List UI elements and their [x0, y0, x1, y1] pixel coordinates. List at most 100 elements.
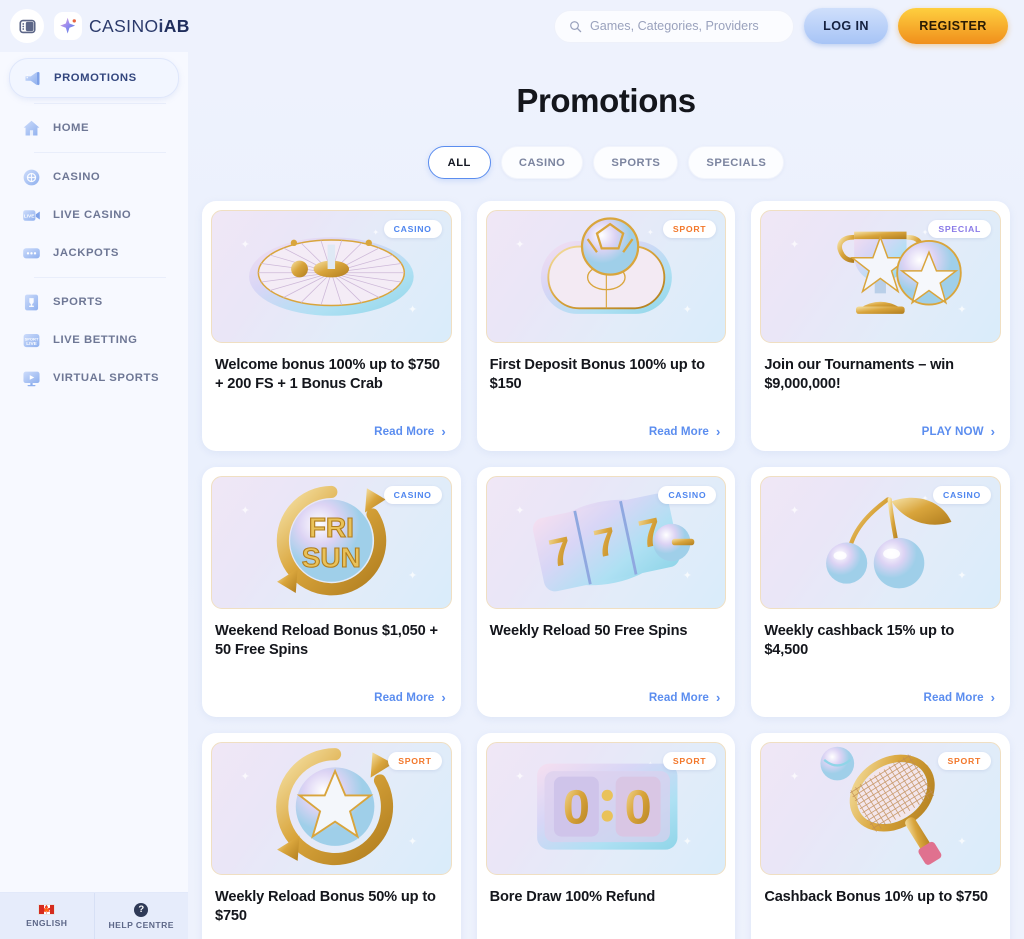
sidebar-item-label: LIVE BETTING	[53, 334, 138, 346]
filter-tab-sports[interactable]: SPORTS	[593, 146, 679, 179]
chevron-right-icon: ›	[990, 424, 995, 439]
svg-text:SUN: SUN	[302, 542, 361, 573]
sidebar-item-casino[interactable]: CASINO	[9, 158, 179, 196]
promotion-title: Weekly cashback 15% up to $4,500	[764, 623, 955, 658]
search-box[interactable]	[554, 9, 794, 43]
promotion-cta-link[interactable]: Read More ›	[211, 411, 452, 451]
promotion-card[interactable]: ✦✦✦SPORTCashback Bonus 10% up to $750Rea…	[751, 733, 1010, 939]
sidebar-item-label: VIRTUAL SPORTS	[53, 372, 160, 384]
promotion-cta-link[interactable]: Read More ›	[486, 677, 727, 717]
sidebar-item-label: LIVE CASINO	[53, 209, 132, 221]
jackpot-icon	[20, 242, 42, 264]
header-right: LOG IN REGISTER	[554, 8, 1008, 44]
sidebar: PROMOTIONS HOME CASINO LIVE LIVE CASINO JACKP…	[0, 52, 188, 939]
promotion-cta-label: Read More	[648, 425, 709, 438]
nav-divider	[34, 152, 166, 153]
sidebar-item-live-betting[interactable]: SPORT LIVE LIVE BETTING	[9, 321, 179, 359]
sidebar-item-virtual-sports[interactable]: VIRTUAL SPORTS	[9, 359, 179, 397]
svg-text:0: 0	[624, 780, 651, 834]
chevron-right-icon: ›	[441, 424, 446, 439]
filter-tab-casino[interactable]: CASINO	[500, 146, 584, 179]
svg-text:LIVE: LIVE	[26, 340, 37, 346]
sidebar-item-live-casino[interactable]: LIVE LIVE CASINO	[9, 196, 179, 234]
nav-divider	[34, 103, 166, 104]
home-icon	[20, 117, 42, 139]
promotion-title: Cashback Bonus 10% up to $750	[764, 889, 988, 905]
filter-tab-all[interactable]: ALL	[427, 146, 491, 179]
promotion-cta-link[interactable]: Read More ›	[486, 411, 727, 451]
promotion-image: ✦✦✦00SPORT	[485, 742, 727, 875]
sidebar-item-sports[interactable]: SPORTS	[9, 283, 179, 321]
chevron-right-icon: ›	[441, 690, 446, 705]
promotion-image: ✦ ✦ ✦ CASINO	[211, 210, 452, 343]
sidebar-item-label: HOME	[53, 122, 90, 134]
promotion-title: Weekend Reload Bonus $1,050 + 50 Free Sp…	[215, 623, 438, 658]
promotion-cta-label: PLAY NOW	[921, 425, 984, 438]
sidebar-panel-icon[interactable]	[10, 9, 44, 43]
svg-text:SPORT: SPORT	[24, 336, 38, 341]
promotion-card[interactable]: ✦✦✦00SPORTBore Draw 100% RefundRead More…	[476, 733, 736, 939]
category-badge: CASINO	[658, 486, 717, 504]
search-icon	[569, 20, 582, 33]
promotion-card[interactable]: ✦ ✦ ✦ SPECIAL Join our Tournaments – win $9,…	[751, 201, 1010, 451]
promotion-cta-label: Read More	[923, 691, 984, 704]
promotion-card[interactable]: ✦ ✦ ✦ CASINO Weekly cashback 15% up to $4,50…	[751, 467, 1010, 717]
category-badge: SPORT	[662, 752, 717, 770]
sidebar-item-label: CASINO	[53, 171, 101, 183]
search-input[interactable]	[590, 19, 779, 33]
promotion-card[interactable]: ✦ ✦ ✦ SPORT First Deposit Bonus 100% up to $…	[476, 201, 736, 451]
filter-tab-specials[interactable]: SPECIALS	[688, 146, 785, 179]
brand-logo[interactable]: CASINOiAB	[54, 12, 190, 40]
promotion-image: ✦ ✦ ✦ CASINO	[760, 476, 1001, 609]
page-title: Promotions	[516, 82, 696, 119]
language-label: ENGLISH	[26, 918, 68, 928]
category-badge: SPORT	[937, 752, 991, 770]
login-button[interactable]: LOG IN	[804, 8, 888, 44]
help-centre-button[interactable]: ? HELP CENTRE	[93, 893, 189, 939]
svg-text:LIVE: LIVE	[23, 213, 35, 219]
question-mark-icon: ?	[134, 902, 149, 917]
sidebar-item-label: PROMOTIONS	[54, 72, 137, 84]
sidebar-item-jackpots[interactable]: JACKPOTS	[9, 234, 179, 272]
canada-flag-icon: 🍁	[38, 904, 56, 915]
sports-book-icon	[20, 291, 42, 313]
header-left: CASINOiAB	[10, 9, 190, 43]
help-centre-label: HELP CENTRE	[108, 919, 174, 930]
promotion-title: Welcome bonus 100% up to $750 + 200 FS +…	[215, 357, 440, 392]
promotion-cta-link[interactable]: PLAY NOW ›	[760, 411, 1001, 451]
brand-name: CASINOiAB	[89, 16, 190, 37]
promotion-cta-link[interactable]: Read More ›	[760, 677, 1001, 717]
promotion-card[interactable]: ✦✦✦FRISUNCASINOWeekend Reload Bonus $1,0…	[202, 467, 461, 717]
promotion-title: Bore Draw 100% Refund	[489, 889, 656, 905]
sparkle-logo-icon	[54, 12, 82, 40]
promotion-card[interactable]: ✦✦✦777CASINO Weekly Reload 50 Free Spins R…	[476, 467, 736, 717]
category-badge: SPORT	[388, 752, 442, 770]
register-button[interactable]: REGISTER	[898, 8, 1008, 44]
logo-suffix: AB	[163, 15, 190, 36]
promotion-image: ✦✦✦777CASINO	[485, 476, 727, 609]
category-badge: SPECIAL	[928, 220, 991, 238]
promotion-card[interactable]: ✦ ✦ ✦ CASINO Welcome bonus 100% up to $750 +…	[202, 201, 461, 451]
megaphone-icon	[21, 67, 43, 89]
sidebar-item-home[interactable]: HOME	[9, 109, 179, 147]
promotion-image: ✦✦✦SPORT	[485, 210, 727, 343]
nav-divider	[34, 277, 166, 278]
sidebar-item-promotions[interactable]: PROMOTIONS	[9, 58, 179, 98]
app-root: CASINOiAB LOG IN REGISTER PROMOTIONS HOME…	[0, 0, 1024, 939]
promotion-title: Weekly Reload Bonus 50% up to $750	[215, 889, 436, 924]
body-row: PROMOTIONS HOME CASINO LIVE LIVE CASINO JACKP…	[0, 52, 1024, 939]
chip-icon	[20, 166, 42, 188]
chevron-right-icon: ›	[990, 690, 995, 705]
live-betting-icon: SPORT LIVE	[20, 329, 42, 351]
category-badge: CASINO	[383, 486, 442, 504]
promotion-card[interactable]: ✦✦✦SPORT Weekly Reload Bonus 50% up to $7…	[202, 733, 461, 939]
promotion-image: ✦✦✦FRISUNCASINO	[211, 476, 452, 609]
virtual-sports-icon	[20, 367, 42, 389]
live-video-icon: LIVE	[20, 204, 42, 226]
language-selector[interactable]: 🍁 ENGLISH	[0, 893, 94, 939]
promotion-cta-label: Read More	[648, 691, 709, 704]
filter-tabs: ALL CASINO SPORTS SPECIALS	[202, 146, 1010, 179]
promotion-cta-link[interactable]: Read More ›	[211, 677, 452, 717]
chevron-right-icon: ›	[715, 690, 721, 705]
category-badge: CASINO	[383, 220, 442, 238]
